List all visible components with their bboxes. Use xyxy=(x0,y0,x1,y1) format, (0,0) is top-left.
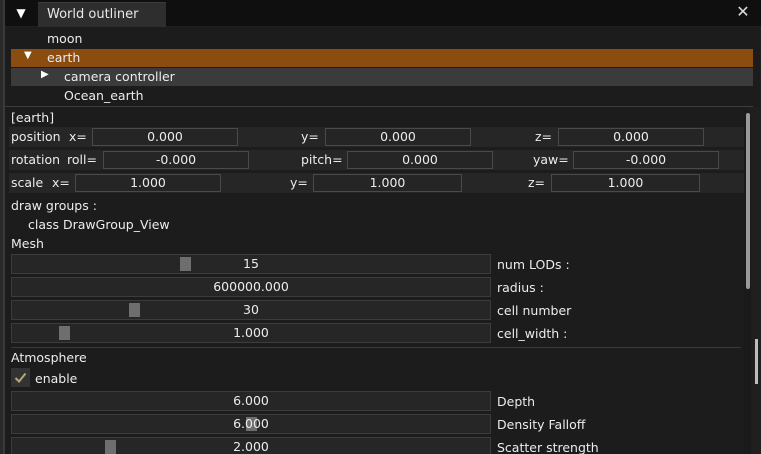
radius-label: radius : xyxy=(497,280,544,295)
depth-input[interactable]: 6.000 xyxy=(11,391,491,411)
scatter-strength-slider[interactable]: 2.000 xyxy=(11,437,491,454)
draw-groups-label: draw groups : xyxy=(11,198,97,213)
input-value: 6.000 xyxy=(233,393,269,408)
tree-item-ocean-earth[interactable]: Ocean_earth xyxy=(11,87,753,105)
slider-value: 2.000 xyxy=(233,439,269,454)
slider-grab[interactable] xyxy=(180,257,191,271)
enable-label: enable xyxy=(35,371,78,386)
tree-item-label: earth xyxy=(47,50,81,65)
density-falloff-label: Density Falloff xyxy=(497,417,586,432)
position-x-input[interactable]: 0.000 xyxy=(92,128,238,146)
properties-panel: [earth] position x= 0.000 y= 0.000 z= 0.… xyxy=(5,107,747,454)
cell-number-slider[interactable]: 30 xyxy=(11,300,491,320)
section-separator xyxy=(11,347,741,348)
resize-handle[interactable] xyxy=(755,339,758,384)
scale-z-label: z= xyxy=(528,175,546,190)
num-lods-label: num LODs : xyxy=(497,257,570,272)
cell-number-label: cell number xyxy=(497,303,572,318)
tree-item-earth[interactable]: ▼ earth xyxy=(11,49,753,67)
draw-group-item[interactable]: class DrawGroup_View xyxy=(28,217,170,232)
slider-value: 30 xyxy=(243,302,259,317)
tree-item-moon[interactable]: moon xyxy=(11,30,753,48)
collapse-icon[interactable]: ▼ xyxy=(13,5,29,21)
scale-y-label: y= xyxy=(290,175,308,190)
cell-width-slider[interactable]: 1.000 xyxy=(11,323,491,343)
rotation-label: rotation xyxy=(11,152,61,167)
slider-value: 6.000 xyxy=(233,416,269,431)
slider-value: 15 xyxy=(243,256,259,271)
tab-label: World outliner xyxy=(47,7,139,22)
scatter-strength-label: Scatter strength xyxy=(497,440,599,454)
tree-item-label: camera controller xyxy=(64,69,175,84)
density-falloff-slider[interactable]: 6.000 xyxy=(11,414,491,434)
scale-y-input[interactable]: 1.000 xyxy=(313,174,462,192)
enable-checkbox[interactable] xyxy=(11,368,30,387)
outliner-tree: moon ▼ earth ▶ camera controller Ocean_e… xyxy=(5,27,760,107)
rotation-y-label: pitch= xyxy=(301,152,343,167)
num-lods-slider[interactable]: 15 xyxy=(11,254,491,274)
tab-world-outliner[interactable]: World outliner xyxy=(38,2,166,27)
slider-grab[interactable] xyxy=(129,303,140,317)
tree-item-label: moon xyxy=(47,31,83,46)
tree-item-label: Ocean_earth xyxy=(64,88,144,103)
position-label: position xyxy=(11,129,61,144)
scale-x-input[interactable]: 1.000 xyxy=(75,174,221,192)
position-z-input[interactable]: 0.000 xyxy=(558,128,704,146)
title-bar: ▼ World outliner ✕ xyxy=(5,0,761,27)
slider-grab[interactable] xyxy=(59,326,70,340)
tree-item-camera-controller[interactable]: ▶ camera controller xyxy=(11,68,753,86)
rotation-yaw-input[interactable]: -0.000 xyxy=(573,151,719,169)
expand-arrow-icon[interactable]: ▼ xyxy=(24,50,32,61)
scale-x-label: x= xyxy=(52,175,70,190)
atmosphere-section-title[interactable]: Atmosphere xyxy=(11,350,87,365)
close-icon[interactable]: ✕ xyxy=(735,4,751,20)
rotation-roll-input[interactable]: -0.000 xyxy=(103,151,249,169)
entity-name: [earth] xyxy=(11,110,55,125)
rotation-z-label: yaw= xyxy=(533,152,569,167)
position-y-label: y= xyxy=(301,129,319,144)
rotation-x-label: roll= xyxy=(67,152,97,167)
depth-label: Depth xyxy=(497,394,536,409)
position-z-label: z= xyxy=(535,129,553,144)
mesh-section-title[interactable]: Mesh xyxy=(11,236,44,251)
slider-grab[interactable] xyxy=(105,440,116,454)
cell-width-label: cell_width : xyxy=(497,326,568,341)
position-x-label: x= xyxy=(69,129,87,144)
scale-z-input[interactable]: 1.000 xyxy=(551,174,700,192)
radius-input[interactable]: 600000.000 xyxy=(11,277,491,297)
slider-value: 1.000 xyxy=(233,325,269,340)
position-y-input[interactable]: 0.000 xyxy=(325,128,471,146)
scale-label: scale xyxy=(11,175,44,190)
collapsed-arrow-icon[interactable]: ▶ xyxy=(41,69,49,80)
input-value: 600000.000 xyxy=(213,279,289,294)
checkmark-icon xyxy=(14,372,27,383)
rotation-pitch-input[interactable]: 0.000 xyxy=(347,151,493,169)
scrollbar-thumb[interactable] xyxy=(746,113,750,289)
